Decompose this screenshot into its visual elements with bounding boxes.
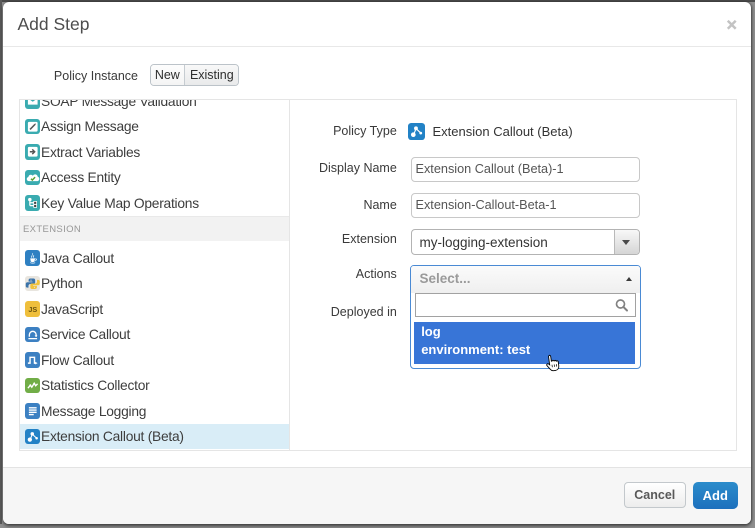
svg-text:JS: JS: [28, 305, 37, 314]
